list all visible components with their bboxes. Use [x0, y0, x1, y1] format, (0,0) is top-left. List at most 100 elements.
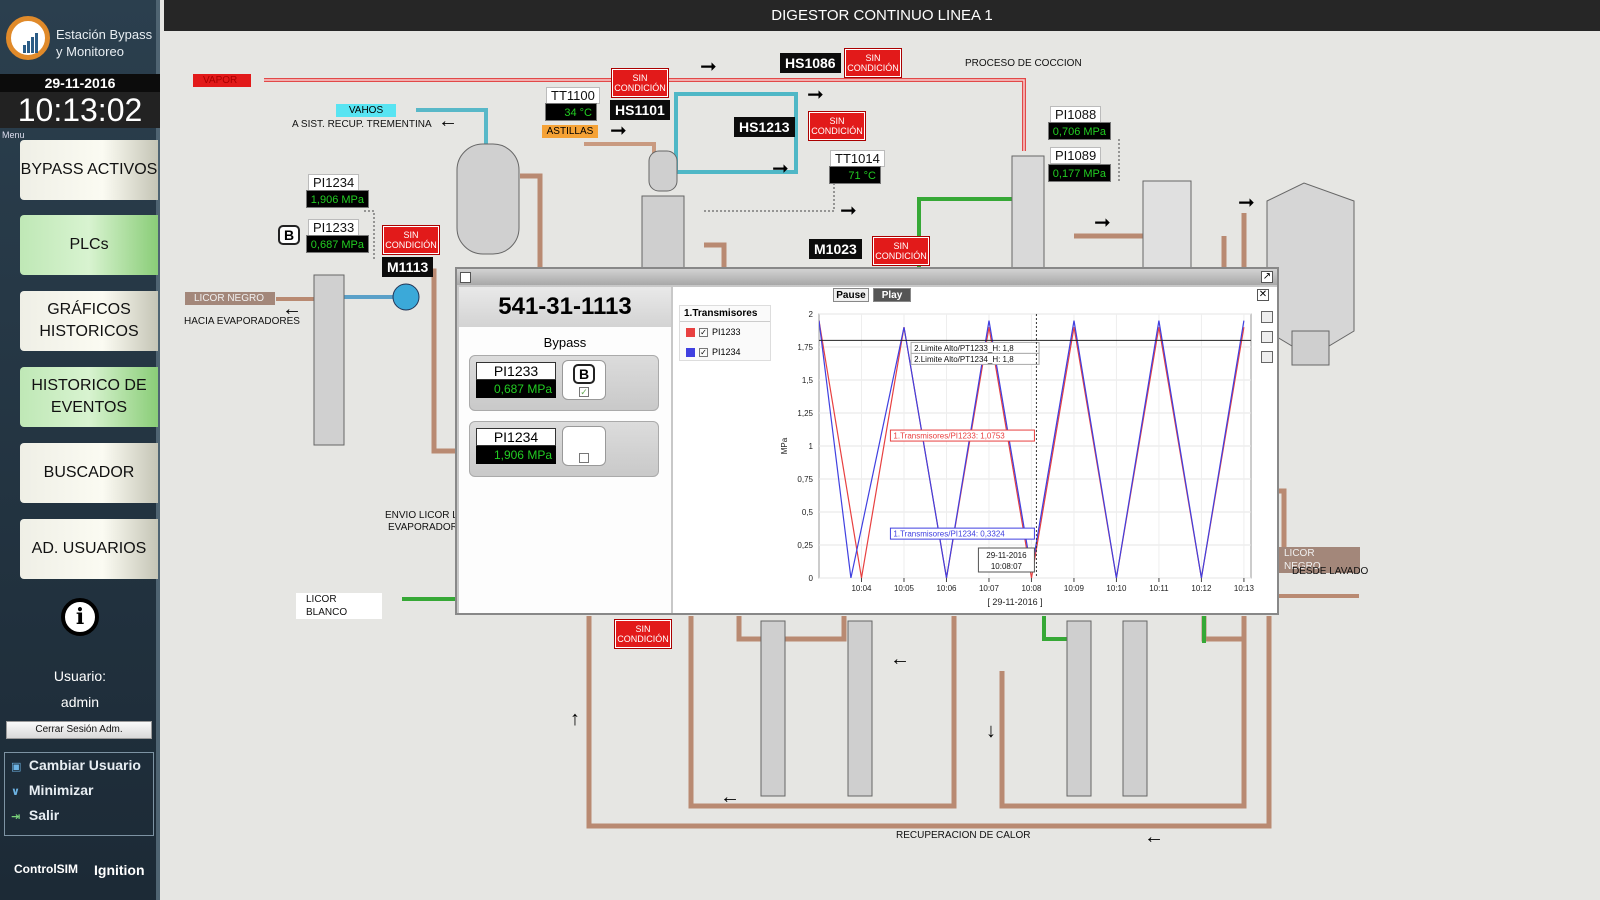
label-envio-licor: ENVIO LICOR L — [385, 510, 458, 521]
window-menu-icon[interactable] — [460, 272, 471, 283]
trend-chart: 0 0,25 0,5 0,75 1 1,25 1,5 1,75 2 10:04 10:05 10:06… — [780, 310, 1254, 607]
user-label: Usuario: — [53, 668, 107, 684]
status-sin-condicion-hs1213: SIN CONDICIÓN — [808, 111, 866, 141]
label-proceso-coccion: PROCESO DE COCCION — [965, 58, 1082, 69]
x-tick-label: 10:09 — [1064, 584, 1085, 593]
device-hs1086[interactable]: HS1086 — [780, 53, 841, 73]
bypass-toggle[interactable]: B ✓ — [562, 360, 606, 400]
nav-ad-usuarios[interactable]: AD. USUARIOS — [20, 519, 158, 579]
app-logo — [6, 16, 50, 60]
play-button[interactable]: Play — [873, 288, 911, 302]
y-axis-label: MPa — [780, 437, 789, 454]
trend-popup-window: ↗ 541-31-1113 Bypass PI1233 0,687 MPa B … — [455, 267, 1279, 615]
legend-swatch — [686, 348, 695, 358]
nav-plcs[interactable]: PLCs — [20, 215, 158, 275]
flow-arrow-right-icon: ➞ — [1094, 212, 1111, 234]
session-menu: ▣ Cambiar Usuario ∨ Minimizar ⇥ Salir — [4, 752, 154, 836]
tag-tt1100-name: TT1100 — [546, 87, 600, 104]
tag-pi1233-value: 0,687 MPa — [306, 235, 369, 253]
y-tick-label: 0,75 — [797, 475, 813, 484]
flow-arrow-left-icon: ← — [438, 110, 458, 132]
y-tick-label: 0,5 — [802, 508, 814, 517]
legend-checkbox[interactable]: ✓ — [699, 328, 708, 338]
bypass-panel: 541-31-1113 Bypass PI1233 0,687 MPa B ✓ … — [459, 287, 671, 613]
bypass-toggle[interactable] — [562, 426, 606, 466]
x-tick-label: 10:04 — [851, 584, 872, 593]
tag-pi1088-value: 0,706 MPa — [1048, 122, 1111, 140]
flow-arrow-right-icon: ➞ — [1238, 192, 1255, 214]
x-tick-label: 10:10 — [1106, 584, 1127, 593]
flow-arrow-up-icon: ↑ — [570, 708, 580, 730]
y-tick-label: 0 — [809, 574, 814, 583]
status-sin-condicion-hs1086: SIN CONDICIÓN — [844, 48, 902, 78]
popup-titlebar[interactable]: ↗ — [457, 269, 1277, 285]
bypass-badge-icon[interactable]: B — [278, 225, 300, 245]
bypass-row-value: 1,906 MPa — [476, 446, 556, 464]
bypass-checkbox[interactable]: ✓ — [579, 387, 589, 397]
tag-pi1088-name: PI1088 — [1050, 106, 1102, 123]
exit-button[interactable]: ⇥ Salir — [5, 803, 153, 828]
x-tick-label: 10:06 — [936, 584, 957, 593]
nav-graficos-historicos[interactable]: GRÁFICOS HISTORICOS — [20, 291, 158, 351]
device-m1023[interactable]: M1023 — [809, 239, 862, 259]
app-title: Estación Bypass y Monitoreo — [56, 27, 153, 59]
nav-historico-eventos[interactable]: HISTORICO DE EVENTOS — [20, 367, 158, 427]
limit-label: 2.Limite Alto/PT1233_H: 1,8 — [914, 344, 1014, 353]
limit-label: 2.Limite Alto/PT1234_H: 1,8 — [914, 355, 1014, 364]
menu-label: Menu — [2, 130, 25, 140]
bypass-row: PI1234 1,906 MPa — [469, 421, 659, 477]
legend-swatch — [686, 328, 695, 338]
flow-arrow-left-icon: ← — [890, 648, 910, 670]
stream-licor-negro-left: LICOR NEGRO — [185, 292, 275, 305]
x-tick-label: 10:11 — [1149, 584, 1169, 593]
monitor-icon: ▣ — [11, 761, 22, 773]
trend-panel: Pause Play ✕ 1.Transmisores ✓ PI1233 ✓ PI1… — [673, 287, 1277, 613]
tag-tt1100-value: 34 °C — [545, 103, 597, 121]
tag-pi1089-name: PI1089 — [1050, 147, 1102, 164]
popup-title: 541-31-1113 — [459, 287, 671, 327]
nav-bypass-activos[interactable]: BYPASS ACTIVOS — [20, 140, 158, 200]
legend-checkbox[interactable]: ✓ — [699, 348, 708, 358]
device-hs1101[interactable]: HS1101 — [610, 100, 670, 120]
exit-icon: ⇥ — [11, 811, 21, 823]
bypass-row-name: PI1233 — [476, 362, 556, 380]
device-m1113[interactable]: M1113 — [382, 257, 434, 277]
y-tick-label: 1,5 — [802, 376, 814, 385]
flow-arrow-right-icon: ➞ — [840, 200, 857, 222]
logout-admin-button[interactable]: Cerrar Sesión Adm. — [6, 721, 152, 739]
legend-title: 1.Transmisores — [680, 306, 770, 322]
device-hs1213[interactable]: HS1213 — [734, 117, 795, 137]
change-user-button[interactable]: ▣ Cambiar Usuario — [5, 753, 153, 778]
stream-licor-blanco: LICOR BLANCO — [296, 593, 382, 619]
status-sin-condicion-hs1101: SIN CONDICIÓN — [611, 68, 669, 98]
tag-tt1014-name: TT1014 — [830, 150, 885, 167]
status-sin-condicion-m1023: SIN CONDICIÓN — [872, 236, 930, 266]
x-tick-label: 10:07 — [979, 584, 1000, 593]
legend-item[interactable]: ✓ PI1234 — [680, 342, 770, 362]
y-tick-label: 1,75 — [797, 343, 813, 352]
status-sin-condicion-bottom: SIN CONDICIÓN — [614, 619, 672, 649]
close-icon[interactable]: ✕ — [1257, 289, 1269, 301]
bypass-row-name: PI1234 — [476, 428, 556, 446]
flow-arrow-right-icon: ➞ — [700, 56, 717, 78]
nav-buscador[interactable]: BUSCADOR — [20, 443, 158, 503]
x-tick-label: 10:12 — [1191, 584, 1212, 593]
chart-legend: 1.Transmisores ✓ PI1233 ✓ PI1234 — [679, 305, 771, 361]
tag-pi1089-value: 0,177 MPa — [1048, 164, 1111, 182]
y-tick-label: 2 — [809, 310, 814, 319]
y-tick-label: 1 — [809, 442, 814, 451]
bypass-checkbox[interactable] — [579, 453, 589, 463]
bypass-row: PI1233 0,687 MPa B ✓ — [469, 355, 659, 411]
label-desde-lavado: DESDE LAVADO — [1292, 566, 1369, 577]
resize-icon[interactable]: ↗ — [1261, 271, 1273, 283]
flow-arrow-left-icon: ← — [282, 298, 302, 320]
info-icon[interactable]: i — [61, 598, 99, 636]
legend-item[interactable]: ✓ PI1233 — [680, 322, 770, 342]
minimize-button[interactable]: ∨ Minimizar — [5, 778, 153, 803]
tag-pi1233-name: PI1233 — [308, 219, 360, 236]
label-evaporador: EVAPORADOR — [388, 522, 458, 533]
stream-vahos: VAHOS — [336, 104, 396, 117]
y-tick-label: 0,25 — [797, 541, 813, 550]
pause-button[interactable]: Pause — [833, 288, 869, 302]
stream-astillas: ASTILLAS — [542, 125, 598, 138]
